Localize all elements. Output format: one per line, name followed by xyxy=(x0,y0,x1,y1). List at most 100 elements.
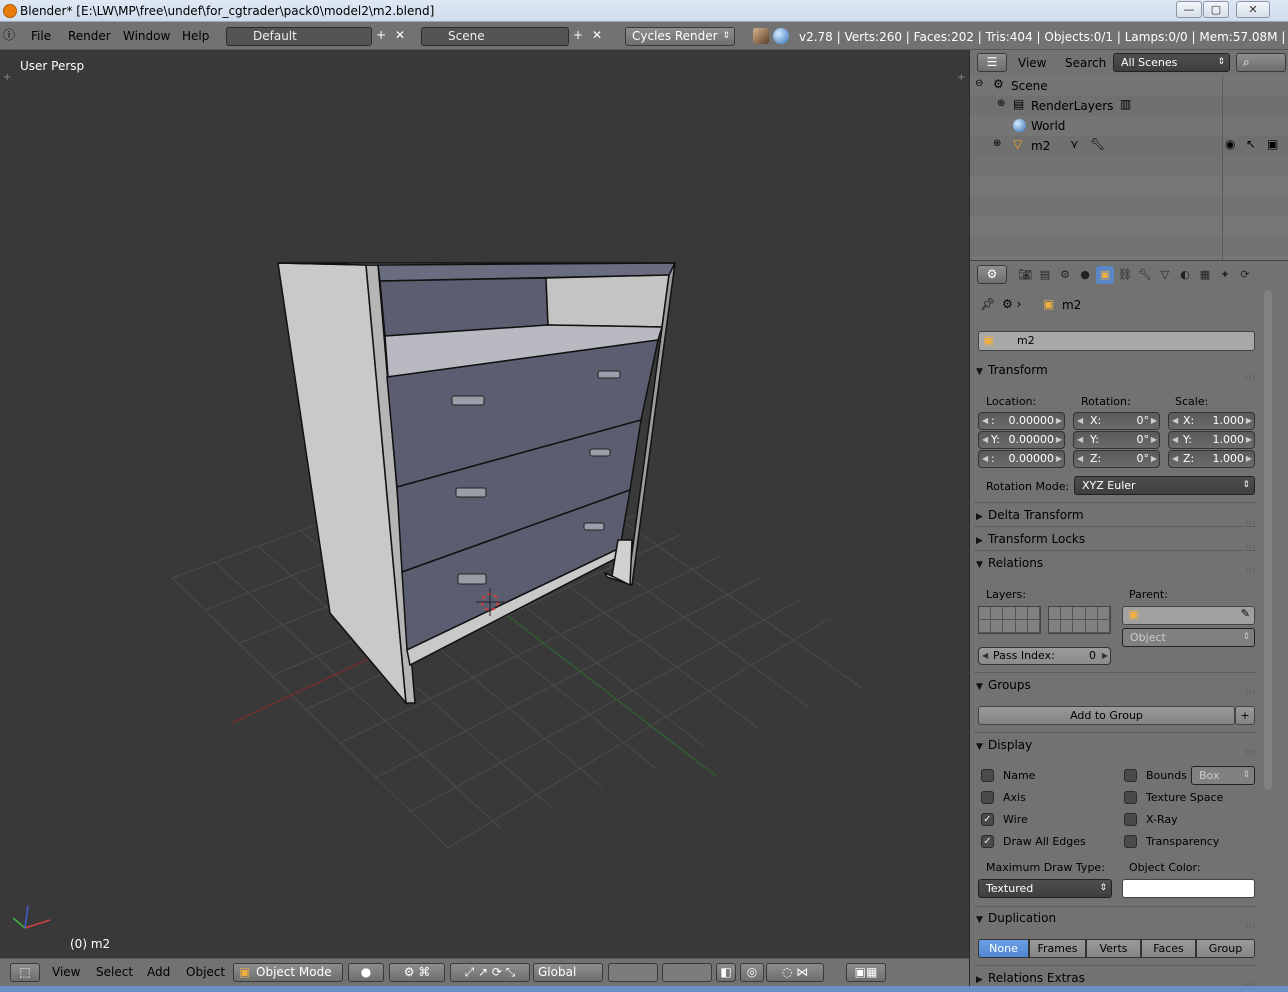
decrement-arrow-icon[interactable]: ◀ xyxy=(1172,451,1178,467)
object-layers-grid-1[interactable] xyxy=(978,606,1041,634)
delta-transform-panel-header[interactable]: ▶ Delta Transform ⁞⁞⁞ xyxy=(976,504,1256,527)
3d-viewport[interactable]: User Persp (0) m2 + + xyxy=(0,50,969,958)
outliner-display-mode-select[interactable]: All Scenes ⇕ xyxy=(1113,53,1230,72)
tab-texture[interactable]: ▦ xyxy=(1196,266,1214,284)
show-texture-space-checkbox[interactable] xyxy=(1124,791,1137,804)
decrement-arrow-icon[interactable]: ◀ xyxy=(1172,413,1178,429)
minimize-button[interactable]: — xyxy=(1176,1,1202,18)
duplication-frames-option[interactable]: Frames xyxy=(1029,939,1086,958)
outliner-editor-type-select[interactable]: ☰ xyxy=(977,53,1007,72)
snap-tools[interactable]: ◌ ⋈ xyxy=(766,963,824,982)
pin-icon[interactable]: 📌︎ xyxy=(980,297,995,311)
increment-arrow-icon[interactable]: ▶ xyxy=(1056,432,1062,448)
object-name-field[interactable]: ▣ m2 xyxy=(978,331,1255,351)
proportional-edit-icon[interactable]: ◎ xyxy=(740,963,764,982)
add-group-plus-icon[interactable]: + xyxy=(1235,706,1255,725)
panel-grip-icon[interactable]: ⁞⁞⁞ xyxy=(1245,975,1256,986)
remove-scene-icon[interactable]: ✕ xyxy=(588,27,606,46)
show-bounds-checkbox[interactable] xyxy=(1124,769,1137,782)
outliner-search-field[interactable]: ⌕ xyxy=(1236,53,1286,72)
close-button[interactable]: ✕ xyxy=(1236,1,1270,18)
panel-grip-icon[interactable]: ⁞⁞⁞ xyxy=(1245,682,1256,704)
menu-object[interactable]: Object xyxy=(186,965,225,979)
groups-panel-header[interactable]: ▼ Groups ⁞⁞⁞ xyxy=(976,674,1256,697)
relations-panel-header[interactable]: ▼ Relations ⁞⁞⁞ xyxy=(976,552,1256,575)
parent-type-select[interactable]: Object ⇕ xyxy=(1122,628,1255,647)
menu-window[interactable]: Window xyxy=(123,29,170,43)
tab-world[interactable]: ● xyxy=(1076,266,1094,284)
increment-arrow-icon[interactable]: ▶ xyxy=(1246,413,1252,429)
outliner-row-scene[interactable]: ⊖ ⚙ Scene xyxy=(970,76,1288,96)
decrement-arrow-icon[interactable]: ◀ xyxy=(1077,413,1083,429)
increment-arrow-icon[interactable]: ▶ xyxy=(1056,413,1062,429)
duplication-verts-option[interactable]: Verts xyxy=(1086,939,1141,958)
lock-camera-icon[interactable]: ◧ xyxy=(716,963,736,982)
menu-add[interactable]: Add xyxy=(147,965,170,979)
increment-arrow-icon[interactable]: ▶ xyxy=(1056,451,1062,467)
tab-modifiers[interactable]: 🔧︎ xyxy=(1136,266,1154,284)
relations-extras-panel-header[interactable]: ▶ Relations Extras ⁞⁞⁞ xyxy=(976,967,1256,986)
outliner-menu-view[interactable]: View xyxy=(1018,56,1046,70)
menu-render[interactable]: Render xyxy=(68,29,111,43)
transform-panel-header[interactable]: ▼ Transform ⁞⁞⁞ xyxy=(976,359,1256,382)
visibility-eye-icon[interactable]: ◉ xyxy=(1225,137,1235,151)
menu-select[interactable]: Select xyxy=(96,965,133,979)
pass-index-field[interactable]: ◀ Pass Index: 0 ▶ xyxy=(978,647,1111,665)
show-transparency-checkbox[interactable] xyxy=(1124,835,1137,848)
duplication-none-option[interactable]: None xyxy=(978,939,1029,958)
tab-constraints[interactable]: ⛓︎ xyxy=(1116,266,1134,284)
max-draw-type-select[interactable]: Textured ⇕ xyxy=(978,879,1112,898)
increment-arrow-icon[interactable]: ▶ xyxy=(1246,451,1252,467)
panel-grip-icon[interactable]: ⁞⁞⁞ xyxy=(1245,560,1256,582)
rotation-x-field[interactable]: ◀ X: 0° ▶ xyxy=(1073,412,1160,430)
duplication-faces-option[interactable]: Faces xyxy=(1141,939,1196,958)
draw-all-edges-checkbox[interactable]: ✓ xyxy=(981,835,994,848)
scale-x-field[interactable]: ◀ X: 1.000 ▶ xyxy=(1168,412,1255,430)
outliner-row-world[interactable]: World xyxy=(970,116,1288,136)
add-to-group-button[interactable]: Add to Group xyxy=(978,706,1235,725)
show-wire-checkbox[interactable]: ✓ xyxy=(981,813,994,826)
outliner-row-m2[interactable]: ⊕ ▽ m2 ⋎ 🔧︎ ◉ ↖ ▣ xyxy=(970,136,1288,156)
duplication-panel-header[interactable]: ▼ Duplication ⁞⁞⁞ xyxy=(976,907,1256,930)
eyedropper-icon[interactable]: ✎ xyxy=(1241,607,1250,620)
properties-scrollbar[interactable] xyxy=(1264,290,1272,790)
collapse-icon[interactable]: ⊖ xyxy=(975,78,983,89)
editor-type-select[interactable]: ⬚ xyxy=(10,963,40,982)
outliner-menu-search[interactable]: Search xyxy=(1065,56,1106,70)
location-z-field[interactable]: ◀:0.00000 ▶ xyxy=(978,450,1065,468)
rotation-mode-select[interactable]: XYZ Euler ⇕ xyxy=(1074,476,1255,495)
display-panel-header[interactable]: ▼ Display ⁞⁞⁞ xyxy=(976,734,1256,757)
expand-icon[interactable]: ⊕ xyxy=(993,138,1001,149)
manipulator-toggles[interactable]: ⤢ ↗ ⟳ ⤡ xyxy=(450,963,530,982)
render-preview-icon[interactable]: ▣▦ xyxy=(846,963,886,982)
tab-data[interactable]: ▽ xyxy=(1156,266,1174,284)
properties-editor-type-select[interactable]: ⚙ xyxy=(977,265,1007,284)
decrement-arrow-icon[interactable]: ◀ xyxy=(982,432,988,448)
tab-physics[interactable]: ⟳ xyxy=(1236,266,1254,284)
location-x-field[interactable]: ◀:0.00000 ▶ xyxy=(978,412,1065,430)
object-layers-grid-2[interactable] xyxy=(1048,606,1111,634)
add-scene-icon[interactable]: + xyxy=(569,27,587,46)
menu-file[interactable]: File xyxy=(31,29,51,43)
render-engine-select[interactable]: Cycles Render ⇕ xyxy=(625,27,735,46)
increment-arrow-icon[interactable]: ▶ xyxy=(1151,413,1157,429)
increment-arrow-icon[interactable]: ▶ xyxy=(1151,432,1157,448)
show-x-ray-checkbox[interactable] xyxy=(1124,813,1137,826)
decrement-arrow-icon[interactable]: ◀ xyxy=(982,413,988,429)
tab-object[interactable]: ▣ xyxy=(1096,266,1114,284)
show-axis-checkbox[interactable] xyxy=(981,791,994,804)
decrement-arrow-icon[interactable]: ◀ xyxy=(1172,432,1178,448)
increment-arrow-icon[interactable]: ▶ xyxy=(1102,648,1108,664)
menu-help[interactable]: Help xyxy=(182,29,209,43)
tab-render[interactable]: 📷︎ xyxy=(1016,266,1034,284)
rotation-z-field[interactable]: ◀ Z: 0° ▶ xyxy=(1073,450,1160,468)
decrement-arrow-icon[interactable]: ◀ xyxy=(982,451,988,467)
scale-y-field[interactable]: ◀ Y: 1.000 ▶ xyxy=(1168,431,1255,449)
tab-particles[interactable]: ✦ xyxy=(1216,266,1234,284)
maximize-button[interactable]: ▢ xyxy=(1203,1,1229,18)
add-screen-icon[interactable]: + xyxy=(372,27,390,46)
expand-icon[interactable]: ⊕ xyxy=(997,98,1005,109)
interaction-mode-select[interactable]: ▣ Object Mode xyxy=(233,963,343,982)
decrement-arrow-icon[interactable]: ◀ xyxy=(1077,451,1083,467)
tab-material[interactable]: ◐ xyxy=(1176,266,1194,284)
